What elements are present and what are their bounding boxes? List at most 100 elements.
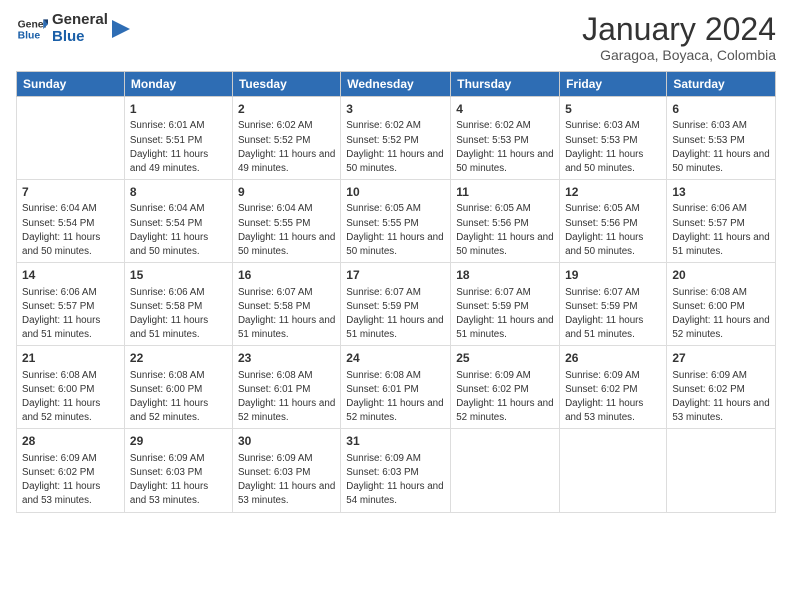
day-info: Sunrise: 6:02 AMSunset: 5:52 PMDaylight:… [346,120,443,174]
day-number: 3 [346,101,445,117]
day-cell: 27 Sunrise: 6:09 AMSunset: 6:02 PMDayligh… [667,346,776,429]
day-info: Sunrise: 6:09 AMSunset: 6:03 PMDaylight:… [238,453,335,507]
day-number: 17 [346,267,445,283]
day-info: Sunrise: 6:04 AMSunset: 5:55 PMDaylight:… [238,203,335,257]
day-info: Sunrise: 6:09 AMSunset: 6:02 PMDaylight:… [22,453,100,507]
day-cell: 29 Sunrise: 6:09 AMSunset: 6:03 PMDayligh… [124,429,232,512]
weekday-header-thursday: Thursday [451,72,560,97]
day-number: 9 [238,184,335,200]
day-info: Sunrise: 6:08 AMSunset: 6:00 PMDaylight:… [22,370,100,424]
day-number: 18 [456,267,554,283]
day-number: 19 [565,267,661,283]
weekday-header-friday: Friday [560,72,667,97]
day-info: Sunrise: 6:02 AMSunset: 5:53 PMDaylight:… [456,120,553,174]
day-info: Sunrise: 6:06 AMSunset: 5:57 PMDaylight:… [22,287,100,341]
logo-icon: General Blue [16,13,48,45]
day-number: 16 [238,267,335,283]
header: General Blue General Blue January 2024 G… [16,12,776,63]
day-number: 21 [22,350,119,366]
main-container: General Blue General Blue January 2024 G… [0,0,792,521]
day-info: Sunrise: 6:02 AMSunset: 5:52 PMDaylight:… [238,120,335,174]
day-number: 5 [565,101,661,117]
day-number: 11 [456,184,554,200]
day-number: 6 [672,101,770,117]
day-info: Sunrise: 6:04 AMSunset: 5:54 PMDaylight:… [22,203,100,257]
day-info: Sunrise: 6:04 AMSunset: 5:54 PMDaylight:… [130,203,208,257]
day-cell: 5 Sunrise: 6:03 AMSunset: 5:53 PMDaylight… [560,97,667,180]
day-info: Sunrise: 6:05 AMSunset: 5:55 PMDaylight:… [346,203,443,257]
day-number: 29 [130,433,227,449]
day-cell: 17 Sunrise: 6:07 AMSunset: 5:59 PMDayligh… [341,263,451,346]
day-cell [560,429,667,512]
day-info: Sunrise: 6:08 AMSunset: 6:00 PMDaylight:… [672,287,769,341]
day-info: Sunrise: 6:08 AMSunset: 6:01 PMDaylight:… [238,370,335,424]
week-row-2: 7 Sunrise: 6:04 AMSunset: 5:54 PMDaylight… [17,180,776,263]
day-cell: 10Sunrise: 6:05 AMSunset: 5:55 PMDayligh… [341,180,451,263]
day-info: Sunrise: 6:05 AMSunset: 5:56 PMDaylight:… [456,203,553,257]
day-cell: 6 Sunrise: 6:03 AMSunset: 5:53 PMDaylight… [667,97,776,180]
day-info: Sunrise: 6:08 AMSunset: 6:00 PMDaylight:… [130,370,208,424]
weekday-header-monday: Monday [124,72,232,97]
day-number: 1 [130,101,227,117]
day-number: 24 [346,350,445,366]
day-cell: 16 Sunrise: 6:07 AMSunset: 5:58 PMDayligh… [232,263,340,346]
week-row-4: 21 Sunrise: 6:08 AMSunset: 6:00 PMDayligh… [17,346,776,429]
day-number: 25 [456,350,554,366]
day-info: Sunrise: 6:07 AMSunset: 5:58 PMDaylight:… [238,287,335,341]
day-cell: 1 Sunrise: 6:01 AMSunset: 5:51 PMDaylight… [124,97,232,180]
day-info: Sunrise: 6:05 AMSunset: 5:56 PMDaylight:… [565,203,643,257]
day-cell: 31Sunrise: 6:09 AMSunset: 6:03 PMDayligh… [341,429,451,512]
day-number: 20 [672,267,770,283]
day-cell: 21 Sunrise: 6:08 AMSunset: 6:00 PMDayligh… [17,346,125,429]
day-cell: 8Sunrise: 6:04 AMSunset: 5:54 PMDaylight… [124,180,232,263]
day-cell: 12 Sunrise: 6:05 AMSunset: 5:56 PMDayligh… [560,180,667,263]
day-cell [17,97,125,180]
day-cell: 22 Sunrise: 6:08 AMSunset: 6:00 PMDayligh… [124,346,232,429]
day-number: 27 [672,350,770,366]
location-subtitle: Garagoa, Boyaca, Colombia [582,47,776,63]
svg-text:Blue: Blue [18,30,41,41]
day-number: 15 [130,267,227,283]
day-cell: 28Sunrise: 6:09 AMSunset: 6:02 PMDayligh… [17,429,125,512]
day-info: Sunrise: 6:03 AMSunset: 5:53 PMDaylight:… [672,120,769,174]
day-cell: 25Sunrise: 6:09 AMSunset: 6:02 PMDayligh… [451,346,560,429]
day-info: Sunrise: 6:06 AMSunset: 5:57 PMDaylight:… [672,203,769,257]
day-number: 4 [456,101,554,117]
day-info: Sunrise: 6:07 AMSunset: 5:59 PMDaylight:… [346,287,443,341]
day-cell [451,429,560,512]
logo: General Blue General Blue [16,12,130,45]
title-block: January 2024 Garagoa, Boyaca, Colombia [582,12,776,63]
weekday-header-wednesday: Wednesday [341,72,451,97]
day-cell: 15 Sunrise: 6:06 AMSunset: 5:58 PMDayligh… [124,263,232,346]
day-info: Sunrise: 6:03 AMSunset: 5:53 PMDaylight:… [565,120,643,174]
day-number: 13 [672,184,770,200]
day-cell: 14 Sunrise: 6:06 AMSunset: 5:57 PMDayligh… [17,263,125,346]
week-row-1: 1 Sunrise: 6:01 AMSunset: 5:51 PMDaylight… [17,97,776,180]
day-number: 22 [130,350,227,366]
day-cell: 23Sunrise: 6:08 AMSunset: 6:01 PMDayligh… [232,346,340,429]
weekday-header-sunday: Sunday [17,72,125,97]
day-cell: 18 Sunrise: 6:07 AMSunset: 5:59 PMDayligh… [451,263,560,346]
day-info: Sunrise: 6:08 AMSunset: 6:01 PMDaylight:… [346,370,443,424]
day-info: Sunrise: 6:09 AMSunset: 6:03 PMDaylight:… [130,453,208,507]
day-cell: 30 Sunrise: 6:09 AMSunset: 6:03 PMDayligh… [232,429,340,512]
day-cell: 7 Sunrise: 6:04 AMSunset: 5:54 PMDaylight… [17,180,125,263]
day-info: Sunrise: 6:07 AMSunset: 5:59 PMDaylight:… [456,287,553,341]
month-title: January 2024 [582,12,776,47]
day-number: 14 [22,267,119,283]
day-cell: 20 Sunrise: 6:08 AMSunset: 6:00 PMDayligh… [667,263,776,346]
day-cell: 4 Sunrise: 6:02 AMSunset: 5:53 PMDaylight… [451,97,560,180]
day-number: 12 [565,184,661,200]
day-info: Sunrise: 6:09 AMSunset: 6:02 PMDaylight:… [672,370,769,424]
weekday-header-saturday: Saturday [667,72,776,97]
day-number: 30 [238,433,335,449]
day-cell: 24 Sunrise: 6:08 AMSunset: 6:01 PMDayligh… [341,346,451,429]
day-cell: 26Sunrise: 6:09 AMSunset: 6:02 PMDayligh… [560,346,667,429]
day-cell: 19Sunrise: 6:07 AMSunset: 5:59 PMDayligh… [560,263,667,346]
day-number: 7 [22,184,119,200]
calendar-table: SundayMondayTuesdayWednesdayThursdayFrid… [16,71,776,512]
day-info: Sunrise: 6:01 AMSunset: 5:51 PMDaylight:… [130,120,208,174]
day-cell: 2Sunrise: 6:02 AMSunset: 5:52 PMDaylight… [232,97,340,180]
day-info: Sunrise: 6:06 AMSunset: 5:58 PMDaylight:… [130,287,208,341]
weekday-header-row: SundayMondayTuesdayWednesdayThursdayFrid… [17,72,776,97]
